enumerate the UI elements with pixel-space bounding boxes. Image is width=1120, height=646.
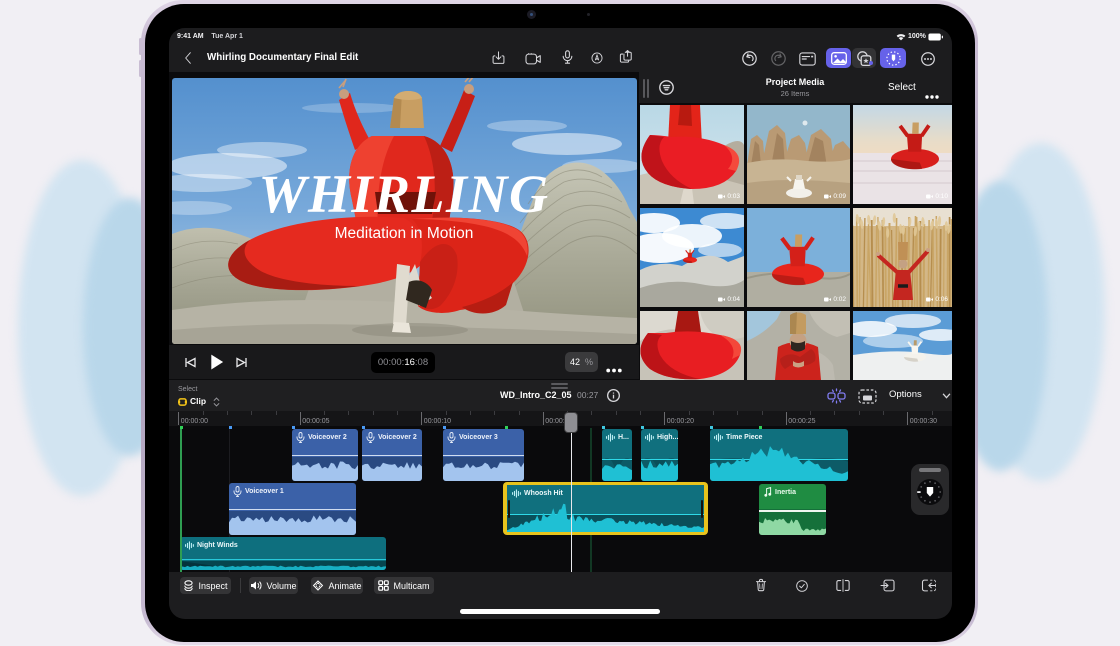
svg-text:Meditation in Motion: Meditation in Motion (335, 225, 474, 242)
svg-text:WHIRLING: WHIRLING (258, 164, 549, 224)
